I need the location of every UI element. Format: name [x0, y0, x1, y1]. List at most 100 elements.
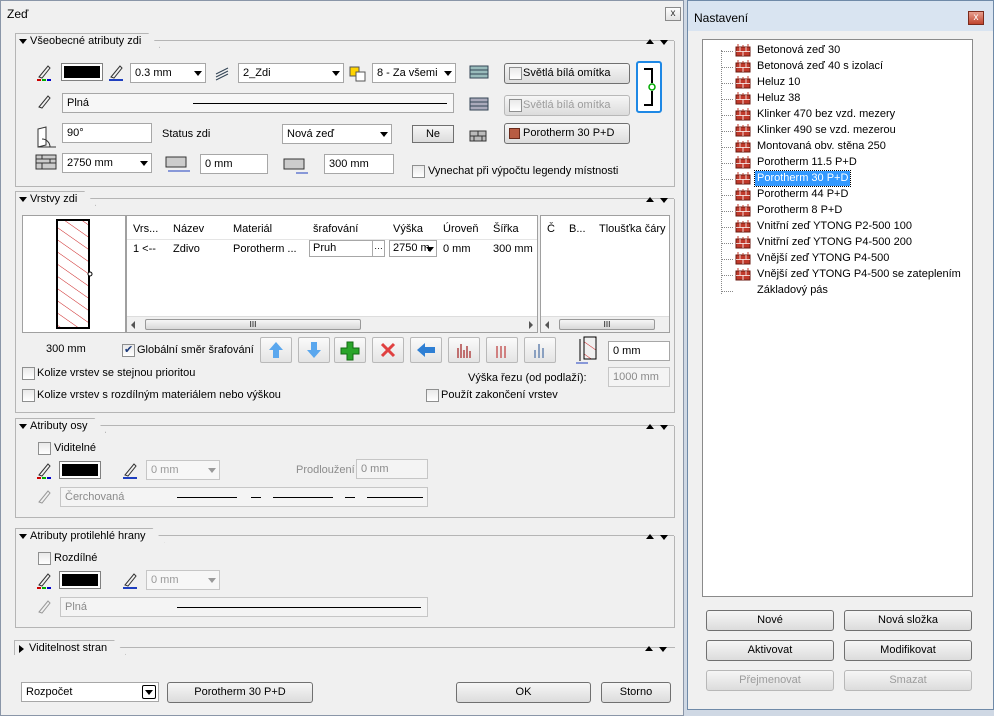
opposite-style-field[interactable]: Plná	[60, 597, 428, 617]
move-down-icon[interactable]	[660, 535, 668, 540]
budget-select[interactable]: Rozpočet	[21, 682, 159, 702]
list-item[interactable]: Porotherm 11.5 P+D	[721, 155, 971, 171]
list-item[interactable]: Betonová zeď 30	[721, 43, 971, 59]
opposite-width-select[interactable]: 0 mm	[146, 570, 220, 590]
layer-tool-1-button[interactable]	[448, 337, 480, 363]
extension-input[interactable]: 0 mm	[356, 459, 428, 479]
line-color-swatch[interactable]	[61, 63, 103, 81]
move-up-icon[interactable]	[645, 646, 653, 651]
list-item[interactable]: Vnější zeď YTONG P4-500	[721, 251, 971, 267]
close-icon[interactable]: x	[665, 7, 681, 21]
chain-link-button[interactable]	[636, 61, 662, 113]
move-up-icon[interactable]	[646, 39, 654, 44]
list-item[interactable]: Vnitřní zeď YTONG P4-500 200	[721, 235, 971, 251]
pen-color-icon[interactable]	[36, 63, 54, 81]
scroll-left-icon[interactable]	[545, 321, 549, 329]
layer-select[interactable]: 2_Zdi	[238, 63, 344, 83]
col-srafovani[interactable]: šrafování	[313, 223, 358, 235]
delete-layer-button[interactable]	[372, 337, 404, 363]
reverse-direction-button[interactable]	[410, 337, 442, 363]
axis-collapse-arrows[interactable]	[646, 422, 670, 432]
ok-button[interactable]: OK	[456, 682, 591, 703]
plaster-right-checkbox[interactable]	[509, 99, 522, 112]
col-uroven[interactable]: Úroveň	[443, 223, 478, 235]
different-checkbox[interactable]	[38, 552, 51, 565]
new-button[interactable]: Nové	[706, 610, 834, 631]
layer-offset-input[interactable]: 0 mm	[608, 341, 670, 361]
layer-tool-2-button[interactable]	[486, 337, 518, 363]
hatch-cell-select[interactable]: Pruh…	[309, 240, 385, 257]
list-item[interactable]: Montovaná obv. stěna 250	[721, 139, 971, 155]
footer-material-button[interactable]: Porotherm 30 P+D	[167, 682, 313, 703]
visibility-collapse-arrows[interactable]	[645, 644, 669, 654]
opposite-color-swatch[interactable]	[59, 571, 101, 589]
list-item[interactable]: Vnitřní zeď YTONG P2-500 100	[721, 219, 971, 235]
new-folder-button[interactable]: Nová složka	[844, 610, 972, 631]
line-style-icon[interactable]	[36, 488, 54, 506]
add-layer-button[interactable]	[334, 337, 366, 363]
move-up-icon[interactable]	[646, 424, 654, 429]
pen-color-icon[interactable]	[36, 461, 54, 479]
col-vrs[interactable]: Vrs...	[133, 223, 158, 235]
list-item[interactable]: Základový pás	[721, 283, 971, 299]
visibility-header[interactable]: Viditelnost stran	[14, 640, 126, 655]
col-nazev[interactable]: Název	[173, 223, 204, 235]
scroll-thumb[interactable]: III	[145, 319, 361, 330]
col-sirka[interactable]: Šířka	[493, 223, 519, 235]
angle-input[interactable]: 90°	[62, 123, 152, 143]
scroll-left-icon[interactable]	[131, 321, 135, 329]
list-item[interactable]: Porotherm 8 P+D	[721, 203, 971, 219]
collapse-arrows[interactable]	[646, 37, 670, 47]
pen-color-icon[interactable]	[36, 571, 54, 589]
list-item[interactable]: Porotherm 44 P+D	[721, 187, 971, 203]
plaster-right-button[interactable]: Světlá bílá omítka	[504, 95, 630, 116]
col-c[interactable]: Č	[547, 223, 555, 235]
delete-button[interactable]: Smazat	[844, 670, 972, 691]
table-row[interactable]: 1 <-- Zdivo Porotherm ... Pruh… 2750 m 0…	[127, 240, 537, 258]
move-up-icon[interactable]	[646, 197, 654, 202]
close-icon[interactable]: x	[968, 11, 984, 25]
layer-tool-3-button[interactable]	[524, 337, 556, 363]
axis-style-field[interactable]: Čerchovaná	[60, 487, 428, 507]
pen-width-icon[interactable]	[122, 571, 140, 589]
list-item[interactable]: Porotherm 30 P+D	[721, 170, 971, 187]
collide-diff-checkbox[interactable]	[22, 389, 35, 402]
plaster-left-button[interactable]: Světlá bílá omítka	[504, 63, 630, 84]
layers-collapse-arrows[interactable]	[646, 195, 670, 205]
thickness-input[interactable]: 300 mm	[324, 154, 394, 174]
scroll-thumb[interactable]: III	[559, 319, 655, 330]
axis-color-swatch[interactable]	[59, 461, 101, 479]
line-style-field[interactable]: Plná	[62, 93, 454, 113]
opposite-collapse-arrows[interactable]	[646, 532, 670, 542]
modify-button[interactable]: Modifikovat	[844, 640, 972, 661]
axis-visible-checkbox[interactable]	[38, 442, 51, 455]
cancel-button[interactable]: Storno	[601, 682, 671, 703]
col-line-thickness[interactable]: Tloušťka čáry	[599, 223, 665, 235]
opposite-header[interactable]: Atributy protilehlé hrany	[15, 528, 165, 543]
status-select[interactable]: Nová zeď	[282, 124, 392, 144]
global-hatch-checkbox[interactable]	[122, 343, 135, 357]
list-item[interactable]: Klinker 470 bez vzd. mezery	[721, 107, 971, 123]
col-b[interactable]: B...	[569, 223, 586, 235]
rename-button[interactable]: Přejmenovat	[706, 670, 834, 691]
axis-width-select[interactable]: 0 mm	[146, 460, 220, 480]
axis-header[interactable]: Atributy osy	[15, 418, 106, 433]
line-width-select[interactable]: 0.3 mm	[130, 63, 206, 83]
list-item[interactable]: Heluz 38	[721, 91, 971, 107]
pen-width-icon[interactable]	[122, 461, 140, 479]
collide-same-checkbox[interactable]	[22, 367, 35, 380]
list-item[interactable]: Vnější zeď YTONG P4-500 se zateplením	[721, 267, 971, 283]
right-hscrollbar[interactable]: III	[541, 316, 669, 332]
list-item[interactable]: Betonová zeď 40 s izolací	[721, 59, 971, 75]
move-layer-down-button[interactable]	[298, 337, 330, 363]
omit-legend-checkbox[interactable]	[412, 165, 425, 178]
layers-hscrollbar[interactable]: III	[127, 316, 537, 332]
use-end-checkbox[interactable]	[426, 389, 439, 402]
height-select[interactable]: 2750 mm	[62, 153, 152, 173]
move-down-icon[interactable]	[660, 198, 668, 203]
list-item[interactable]: Heluz 10	[721, 75, 971, 91]
offset-input[interactable]: 0 mm	[200, 154, 268, 174]
col-material[interactable]: Materiál	[233, 223, 272, 235]
material-button[interactable]: Porotherm 30 P+D	[504, 123, 630, 144]
activate-button[interactable]: Aktivovat	[706, 640, 834, 661]
